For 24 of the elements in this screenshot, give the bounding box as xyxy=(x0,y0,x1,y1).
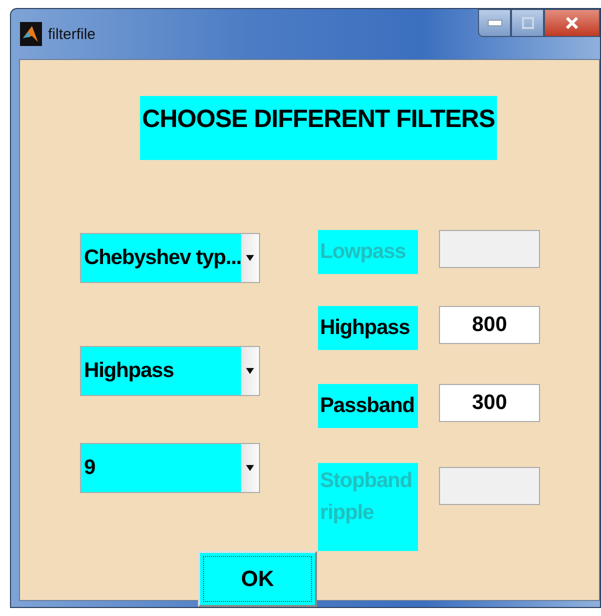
window-title: filterfile xyxy=(48,26,96,42)
input-field[interactable]: 300 xyxy=(439,384,540,422)
parameter-label: Highpass xyxy=(318,306,418,350)
minimize-icon xyxy=(488,20,502,26)
caret-icon xyxy=(246,465,254,471)
input-field[interactable] xyxy=(439,467,540,505)
parameter-label: Lowpass xyxy=(318,230,418,274)
parameter-label: Passband xyxy=(318,384,418,428)
input-field[interactable] xyxy=(439,230,540,268)
close-button[interactable] xyxy=(544,9,600,37)
maximize-icon xyxy=(522,17,534,29)
app-icon xyxy=(20,22,42,46)
dropdown[interactable]: 9 xyxy=(80,443,260,493)
caret-icon xyxy=(246,368,254,374)
dropdown[interactable]: Chebyshev typ... xyxy=(80,233,260,283)
heading-label: CHOOSE DIFFERENT FILTERS xyxy=(140,96,497,160)
parameter-label: Stopband ripple xyxy=(318,463,418,551)
caret-icon xyxy=(246,255,254,261)
maximize-button[interactable] xyxy=(511,9,544,37)
input-field[interactable]: 800 xyxy=(439,306,540,344)
dropdown[interactable]: Highpass xyxy=(80,346,260,396)
ok-button[interactable]: OK xyxy=(198,551,317,607)
minimize-button[interactable] xyxy=(478,9,511,37)
close-icon xyxy=(565,17,579,29)
